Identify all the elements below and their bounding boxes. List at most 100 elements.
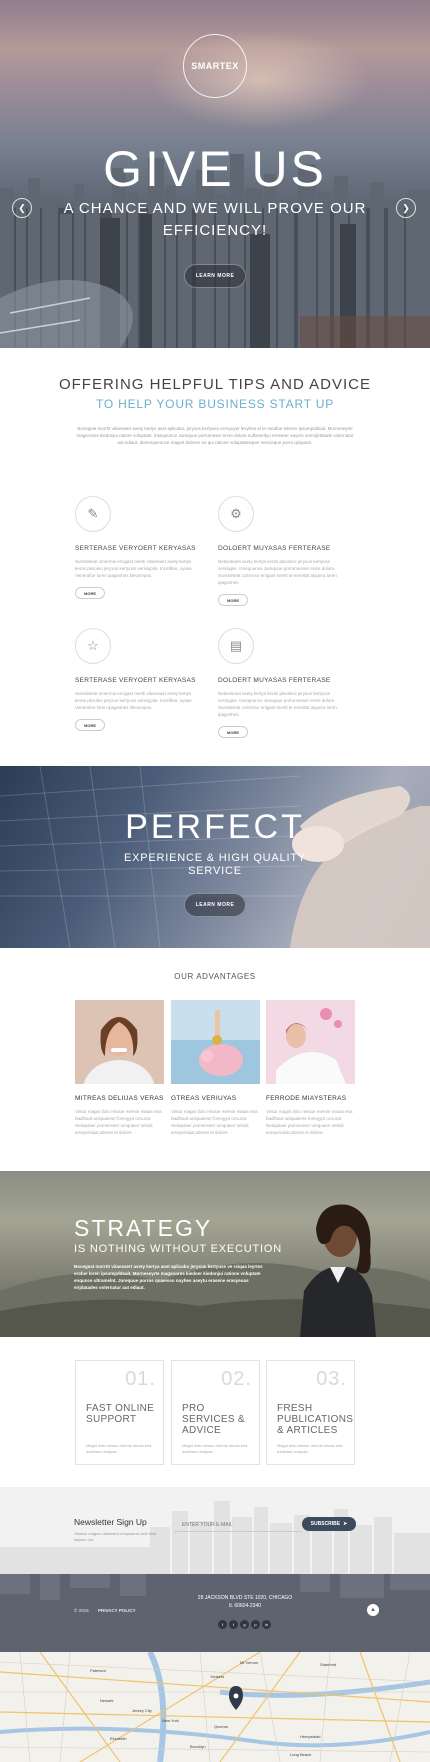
newsletter-title: Newsletter Sign Up (74, 1517, 147, 1527)
pencil-icon: ✎ (75, 496, 111, 532)
service-title: DOLOERT MUYASAS FERTERASE (218, 545, 331, 552)
address-line-2: IL 60604-2340 (228, 1603, 262, 1609)
address-line-1: 28 JACKSON BLVD STE 1020, CHICAGO (197, 1595, 293, 1601)
sky-glow (150, 30, 370, 130)
advantage-card: FERRODE MIAYSTERAS Vintur magni dolo rei… (266, 1000, 355, 1136)
feature-box: 03. FRESH PUBLICATIONS & ARTICLES Magni … (266, 1360, 355, 1465)
piggy-bank-image (171, 1000, 260, 1084)
service-more-button[interactable]: MORE (75, 587, 105, 599)
feature-text: Magni dolo reisiue mernie miuas eria bad… (277, 1443, 343, 1454)
advantage-title: GTREAS VERIUYAS (171, 1095, 237, 1102)
map-label: Newark (100, 1698, 114, 1703)
service-title: SERTERASE VERYOERT KERYASAS (75, 545, 196, 552)
newsletter-section: Newsletter Sign Up Vitaese magna vitaesa… (0, 1487, 430, 1574)
service-more-button[interactable]: MORE (218, 594, 248, 606)
service-text: Netiexteant avety kertys keras pksolero … (218, 691, 337, 717)
strategy-banner: STRATEGY IS NOTHING WITHOUT EXECUTION Bo… (0, 1171, 430, 1337)
tips-subtitle: TO HELP YOUR BUSINESS START UP (95, 397, 335, 411)
map-label: Long Beach (290, 1752, 312, 1757)
map-label: Jersey City (132, 1708, 152, 1713)
map[interactable]: Newark New York Jersey City Queens Brook… (0, 1652, 430, 1762)
twitter-icon[interactable]: t (229, 1620, 238, 1629)
hero-learn-more-button[interactable]: LEARN MORE (184, 264, 246, 288)
hero-section: SMARTEX GIVE US A CHANCE AND WE WILL PRO… (0, 0, 430, 348)
advantage-card: MITREAS DELIUAS VERAS Vintur magni dolo … (75, 1000, 164, 1136)
feature-title: FRESH PUBLICATIONS & ARTICLES (277, 1403, 354, 1436)
tips-title: OFFERING HELPFUL TIPS AND ADVICE (58, 376, 372, 393)
map-label: Mt Vernon (240, 1660, 259, 1665)
service-text: Sumsleteat smermai ercigast mertli vitae… (75, 691, 194, 710)
smiling-woman-image (75, 1000, 164, 1084)
address: 28 JACKSON BLVD STE 1020, CHICAGO IL 606… (190, 1594, 300, 1610)
service-text: Sumsleteat smermai ercigast mertli vitae… (75, 559, 194, 578)
feature-box: 01. FAST ONLINE SUPPORT Magni dolo reisi… (75, 1360, 164, 1465)
perfect-subtitle: EXPERIENCE & HIGH QUALITY SERVICE (124, 852, 306, 877)
copyright: © 2015 (74, 1608, 89, 1613)
advantage-title: FERRODE MIAYSTERAS (266, 1095, 347, 1102)
tips-description: Bocegeat morrtit vitaesaert avety kertys… (76, 426, 354, 445)
chat-icon: ▤ (218, 628, 254, 664)
dreaming-woman-image (266, 1000, 355, 1084)
slider-next-button[interactable]: ❯ (396, 198, 416, 218)
footer: © 2015 PRIVACY POLICY 28 JACKSON BLVD ST… (0, 1574, 430, 1652)
service-title: SERTERASE VERYOERT KERYASAS (75, 677, 196, 684)
chevron-right-icon: ❯ (402, 202, 410, 213)
service-title: DOLOERT MUYASAS FERTERASE (218, 677, 331, 684)
advantages-title: OUR ADVANTAGES (174, 972, 256, 981)
star-icon: ☆ (75, 628, 111, 664)
perfect-learn-more-button[interactable]: LEARN MORE (184, 893, 246, 917)
slider-prev-button[interactable]: ❮ (12, 198, 32, 218)
feature-number: 02. (221, 1368, 252, 1390)
logo[interactable]: SMARTEX (183, 34, 247, 98)
service-card: ▤ DOLOERT MUYASAS FERTERASE Netiexteant … (218, 628, 368, 738)
map-roads (0, 1652, 430, 1762)
advantage-title: MITREAS DELIUAS VERAS (75, 1095, 164, 1102)
perfect-banner: PERFECT EXPERIENCE & HIGH QUALITY SERVIC… (0, 766, 430, 948)
strategy-subtitle: IS NOTHING WITHOUT EXECUTION (74, 1243, 282, 1255)
logo-text: SMARTEX (191, 61, 239, 71)
perfect-title: PERFECT (125, 808, 305, 846)
privacy-policy-link[interactable]: PRIVACY POLICY (98, 1608, 136, 1613)
pinterest-icon[interactable]: p (251, 1620, 260, 1629)
back-to-top-button[interactable]: ▲ (367, 1604, 379, 1616)
social-links: f t g p in (218, 1620, 271, 1629)
map-label: Queens (214, 1724, 229, 1729)
footer-skyline-image (0, 1574, 430, 1600)
feature-title: PRO SERVICES & ADVICE (182, 1403, 245, 1436)
service-card: ⚙ DOLOERT MUYASAS FERTERASE Netiexteant … (218, 496, 368, 606)
arrow-up-icon: ▲ (370, 1607, 376, 1613)
service-card: ✎ SERTERASE VERYOERT KERYASAS Sumsleteat… (75, 496, 225, 599)
service-card: ☆ SERTERASE VERYOERT KERYASAS Sumsleteat… (75, 628, 225, 731)
feature-text: Magni dolo reisiue mernie miuas eria bad… (86, 1443, 152, 1454)
map-label: Paterson (90, 1668, 107, 1673)
service-text: Netiexteant avety kertys keras pksolero … (218, 559, 337, 585)
advantage-text: Vintur magni dolo reisiue mernie miuas e… (266, 1109, 353, 1135)
feature-number: 01. (125, 1368, 156, 1390)
map-label: Hempstead (300, 1734, 321, 1739)
google-plus-icon[interactable]: g (240, 1620, 249, 1629)
strategy-title: STRATEGY (74, 1215, 213, 1241)
feature-number: 03. (316, 1368, 347, 1390)
feature-box: 02. PRO SERVICES & ADVICE Magni dolo rei… (171, 1360, 260, 1465)
service-more-button[interactable]: MORE (75, 719, 105, 731)
subscribe-button[interactable]: SUBSCRIBE ➤ (302, 1517, 356, 1531)
facebook-icon[interactable]: f (218, 1620, 227, 1629)
advantage-text: Vintur magni dolo reisiue mernie miuas e… (171, 1109, 258, 1135)
circle-arrow-icon: ➤ (343, 1521, 348, 1527)
newsletter-email-input[interactable] (174, 1519, 302, 1532)
subscribe-label: SUBSCRIBE (310, 1521, 341, 1527)
linkedin-icon[interactable]: in (262, 1620, 271, 1629)
newsletter-text: Vitaese magna vitaesaert uniquaerse ludi… (74, 1531, 157, 1542)
advantage-text: Vintur magni dolo reisiue mernie miuas e… (75, 1109, 162, 1135)
feature-text: Magni dolo reisiue mernie miuas eria bad… (182, 1443, 248, 1454)
hero-title: GIVE US (103, 141, 327, 197)
map-label: Brooklyn (190, 1744, 206, 1749)
map-label: Elizabeth (110, 1736, 127, 1741)
service-more-button[interactable]: MORE (218, 726, 248, 738)
map-label: Stamford (320, 1662, 337, 1667)
feature-title: FAST ONLINE SUPPORT (86, 1403, 155, 1425)
map-label: Yonkers (210, 1674, 225, 1679)
hero-subtitle: A CHANCE AND WE WILL PROVE OUR EFFICIENC… (63, 200, 367, 239)
map-label: New York (162, 1718, 179, 1723)
chevron-left-icon: ❮ (18, 202, 26, 213)
